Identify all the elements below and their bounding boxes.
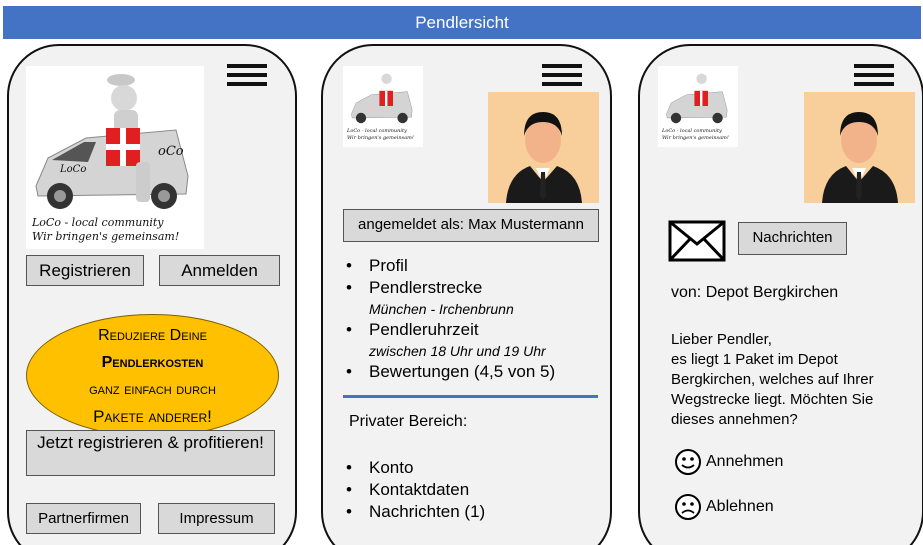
impressum-button[interactable]: Impressum: [158, 503, 275, 534]
commute-time-label: Pendleruhrzeit: [369, 320, 479, 339]
partner-button[interactable]: Partnerfirmen: [26, 503, 141, 534]
commute-time-value: zwischen 18 Uhr und 19 Uhr: [369, 343, 546, 359]
header-banner: Pendlersicht: [3, 6, 921, 39]
phone-screen-message: LoCo - local community Wir bringen's gem…: [638, 44, 923, 545]
message-body: Lieber Pendler, es liegt 1 Paket im Depo…: [671, 330, 916, 430]
login-button[interactable]: Anmelden: [159, 255, 280, 286]
logo-brand: LoCo: [60, 164, 87, 175]
logo-tagline-1: LoCo - local community: [347, 128, 407, 134]
menu-icon[interactable]: [227, 64, 267, 91]
contact-data-item[interactable]: Kontaktdaten: [343, 479, 603, 501]
menu-icon[interactable]: [854, 64, 894, 91]
van-illustration-small: [351, 73, 413, 124]
decline-label: Ablehnen: [706, 498, 774, 515]
accept-option[interactable]: Annehmen: [674, 448, 783, 476]
messages-item[interactable]: Nachrichten (1): [343, 501, 603, 523]
avatar-icon: [488, 92, 599, 203]
phone-screen-profile: LoCo - local community Wir bringen's gem…: [321, 44, 612, 545]
ratings-item[interactable]: Bewertungen (4,5 von 5): [343, 361, 603, 383]
logo-tagline-1: LoCo - local community: [32, 216, 164, 229]
messages-label: Nachrichten (1): [369, 502, 486, 521]
commute-time-item[interactable]: Pendleruhrzeit zwischen 18 Uhr und 19 Uhr: [343, 319, 603, 361]
logo-small: LoCo - local community Wir bringen's gem…: [343, 66, 423, 147]
private-area-heading: Privater Bereich:: [349, 413, 468, 430]
section-divider: [343, 395, 598, 398]
promo-ellipse: Reduziere Deine Pendlerkosten ganz einfa…: [26, 314, 279, 437]
logo-illustration: LoCo oCo LoCo - local community Wir brin…: [26, 66, 204, 249]
logo-small: LoCo - local community Wir bringen's gem…: [658, 66, 738, 147]
private-menu-list: Konto Kontaktdaten Nachrichten (1): [343, 457, 603, 523]
sad-smiley-icon: [675, 494, 701, 520]
logo-tagline-2: Wir bringen's gemeinsam!: [347, 135, 414, 141]
logo-tagline-2: Wir bringen's gemeinsam!: [32, 230, 180, 243]
mail-icon[interactable]: [668, 220, 726, 262]
decline-option[interactable]: Ablehnen: [674, 493, 774, 521]
profile-menu-list: Profil Pendlerstrecke München - Irchenbru…: [343, 255, 603, 383]
messages-button[interactable]: Nachrichten: [738, 222, 847, 255]
register-button[interactable]: Registrieren: [26, 255, 144, 286]
phone-screen-landing: LoCo oCo LoCo - local community Wir brin…: [7, 44, 297, 545]
contact-data-label: Kontaktdaten: [369, 480, 470, 499]
promo-line-1: Reduziere Deine: [98, 326, 207, 344]
accept-label: Annehmen: [706, 453, 784, 470]
commute-route-label: Pendlerstrecke: [369, 278, 483, 297]
profile-item[interactable]: Profil: [343, 255, 603, 277]
menu-icon[interactable]: [542, 64, 582, 91]
promo-line-4: Pakete anderer!: [93, 406, 212, 426]
commute-route-value: München - Irchenbrunn: [369, 301, 514, 317]
avatar-icon: [804, 92, 915, 203]
account-label: Konto: [369, 458, 414, 477]
register-cta-button[interactable]: Jetzt registrieren & profitieren!: [26, 430, 275, 476]
promo-line-2: Pendlerkosten: [101, 353, 204, 371]
page-title: Pendlersicht: [415, 13, 509, 32]
profile-item-label: Profil: [369, 256, 408, 275]
message-sender: von: Depot Bergkirchen: [671, 284, 839, 301]
logged-in-status: angemeldet als: Max Mustermann: [343, 209, 599, 242]
message-text: es liegt 1 Paket im Depot Bergkirchen, w…: [671, 351, 874, 428]
logo-brand-alt: oCo: [158, 144, 184, 159]
happy-smiley-icon: [675, 449, 701, 475]
van-illustration-small: [666, 73, 728, 124]
message-greeting: Lieber Pendler,: [671, 331, 772, 348]
ratings-label: Bewertungen (4,5 von 5): [369, 362, 556, 381]
account-item[interactable]: Konto: [343, 457, 603, 479]
van-illustration: [35, 74, 189, 209]
logo-tagline-1: LoCo - local community: [662, 128, 722, 134]
promo-line-3: ganz einfach durch: [89, 380, 216, 398]
commute-route-item[interactable]: Pendlerstrecke München - Irchenbrunn: [343, 277, 603, 319]
logo-tagline-2: Wir bringen's gemeinsam!: [662, 135, 729, 141]
